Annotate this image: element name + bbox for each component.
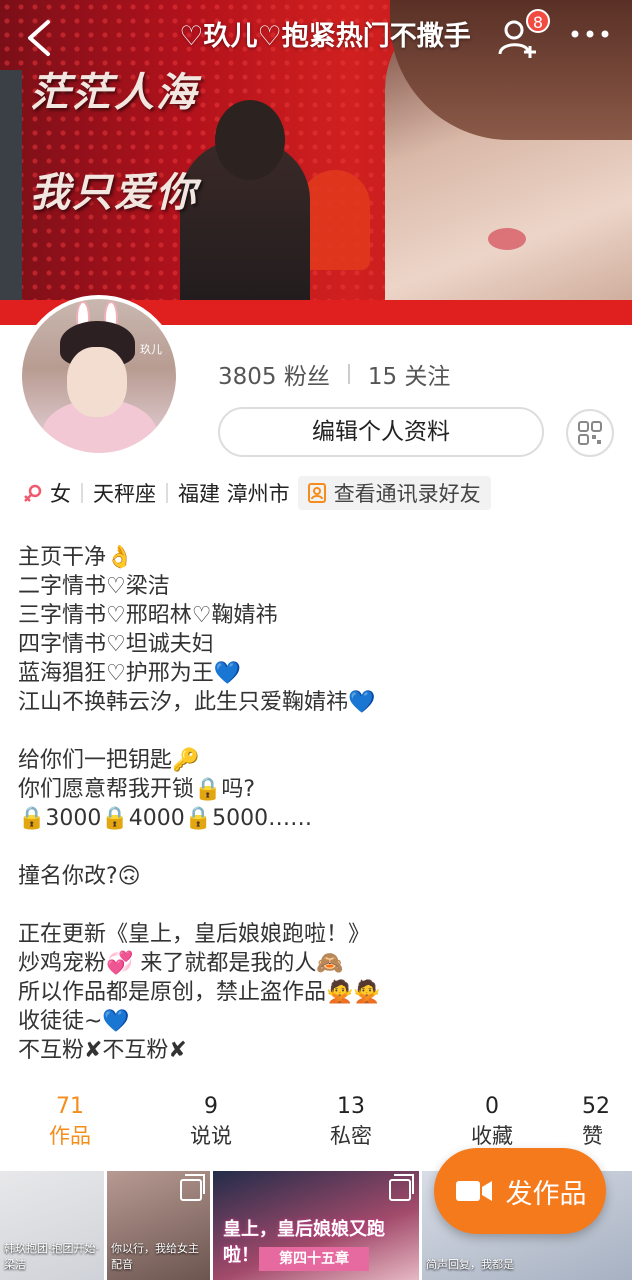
work-thumbnail[interactable]: 韩玖抱团·抱团开始·梁洁 <box>0 1171 104 1280</box>
tab-favorites[interactable]: 0 收藏 <box>442 1092 542 1150</box>
notification-badge: 8 <box>526 9 550 33</box>
thumbnail-caption: 韩玖抱团·抱团开始·梁洁 <box>4 1242 99 1271</box>
back-button[interactable] <box>20 16 60 60</box>
stats-divider <box>347 364 350 384</box>
tab-label: 作品 <box>49 1124 91 1148</box>
profile-page: 茫茫人海 我只爱你 ♡玖儿♡抱紧热门不撒手 8 玖儿 3805 粉丝 15 关注… <box>0 0 632 1280</box>
bio-line: 🔒3000🔒4000🔒5000…… <box>18 806 313 831</box>
view-contacts-button[interactable]: 查看通讯录好友 <box>297 476 491 510</box>
bio-line: 正在更新《皇上，皇后娘娘跑啦！》 <box>18 922 371 947</box>
avatar[interactable]: 玖儿 <box>18 295 180 457</box>
tab-likes[interactable]: 52 赞 <box>582 1092 632 1150</box>
bio-spacer <box>18 833 608 862</box>
avatar-watermark: 玖儿 <box>140 343 162 356</box>
cover-lipstick-mark <box>488 228 526 250</box>
thumbnail-caption: 你以行，我给女主配音 <box>111 1242 199 1271</box>
bio-line: 四字情书♡坦诚夫妇 <box>18 632 214 657</box>
cover-pole <box>0 70 22 325</box>
tab-count: 13 <box>337 1094 365 1119</box>
bio-line: 主页干净👌 <box>18 545 134 570</box>
tab-label: 私密 <box>330 1124 372 1148</box>
bio: 主页干净👌 二字情书♡梁洁 三字情书♡邢昭林♡鞠婧祎 四字情书♡坦诚夫妇 蓝海猖… <box>18 543 608 1065</box>
bio-spacer <box>18 717 608 746</box>
bio-spacer <box>18 891 608 920</box>
tab-count: 0 <box>485 1094 499 1119</box>
bio-line: 江山不换韩云汐，此生只爱鞠婧祎💙 <box>18 690 376 715</box>
contacts-label: 查看通讯录好友 <box>333 482 481 506</box>
bio-line: 收徒徒~💙 <box>18 1009 130 1034</box>
work-thumbnail[interactable]: 皇上，皇后娘娘又跑啦！ 第四十五章 <box>213 1171 419 1280</box>
tab-works[interactable]: 71 作品 <box>20 1092 120 1150</box>
profile-tags: 女 天秤座 福建 漳州市 查看通讯录好友 <box>22 476 491 510</box>
tab-private[interactable]: 13 私密 <box>301 1092 401 1150</box>
tab-label: 赞 <box>582 1124 603 1148</box>
more-button[interactable] <box>568 24 612 44</box>
back-arrow-icon <box>28 20 50 56</box>
followers-count[interactable]: 3805 粉丝 <box>218 357 330 391</box>
bio-line: 撞名你改?🙃 <box>18 864 141 889</box>
content-tabs: 71 作品 9 说说 13 私密 0 收藏 52 赞 <box>0 1092 632 1154</box>
bio-line: 给你们一把钥匙🔑 <box>18 748 200 773</box>
qr-code-button[interactable] <box>566 409 614 457</box>
tab-count: 52 <box>582 1094 610 1119</box>
qr-code-icon <box>578 421 602 445</box>
location-tag: 福建 漳州市 <box>178 482 290 506</box>
thumbnail-chapter: 第四十五章 <box>259 1247 369 1271</box>
bio-line: 你们愿意帮我开锁🔒吗? <box>18 777 256 802</box>
tag-divider <box>166 483 168 503</box>
top-nav: ♡玖儿♡抱紧热门不撒手 8 <box>0 0 632 80</box>
thumbnail-caption: 简声回复，我都是 <box>426 1258 514 1271</box>
contacts-book-icon <box>307 483 326 503</box>
bio-line: 所以作品都是原创，禁止盗作品🙅🙅 <box>18 980 381 1005</box>
following-count[interactable]: 15 关注 <box>368 357 451 391</box>
more-dots-icon <box>571 30 609 38</box>
multi-image-icon <box>389 1174 414 1201</box>
bio-line: 蓝海猖狂♡护邢为王💙 <box>18 661 242 686</box>
work-thumbnail[interactable]: 你以行，我给女主配音 <box>107 1171 210 1280</box>
tag-divider <box>81 483 83 503</box>
page-title: ♡玖儿♡抱紧热门不撒手 <box>179 21 471 52</box>
cover-calligraphy-2: 我只爱你 <box>30 169 198 216</box>
tab-label: 说说 <box>190 1124 232 1148</box>
tab-label: 收藏 <box>471 1124 513 1148</box>
tab-count: 71 <box>56 1094 84 1119</box>
bio-line: 不互粉✘不互粉✘ <box>18 1038 187 1063</box>
tab-count: 9 <box>204 1094 218 1119</box>
bio-line: 炒鸡宠粉💞 来了就都是我的人🙈 <box>18 951 344 976</box>
post-work-button[interactable]: 发作品 <box>434 1148 606 1234</box>
bio-line: 三字情书♡邢昭林♡鞠婧祎 <box>18 603 278 628</box>
edit-profile-button[interactable]: 编辑个人资料 <box>218 407 544 457</box>
bio-line: 二字情书♡梁洁 <box>18 574 170 599</box>
zodiac-tag: 天秤座 <box>93 482 156 506</box>
avatar-face <box>67 347 127 417</box>
gender-tag: 女 <box>50 482 71 506</box>
video-camera-icon <box>455 1181 492 1201</box>
multi-image-icon <box>180 1174 205 1201</box>
follow-stats: 3805 粉丝 15 关注 <box>218 357 450 391</box>
cover-lantern <box>300 170 370 270</box>
cover-person-back <box>180 100 310 325</box>
female-icon <box>24 484 42 502</box>
post-work-label: 发作品 <box>505 1178 587 1210</box>
tab-posts[interactable]: 9 说说 <box>161 1092 261 1150</box>
